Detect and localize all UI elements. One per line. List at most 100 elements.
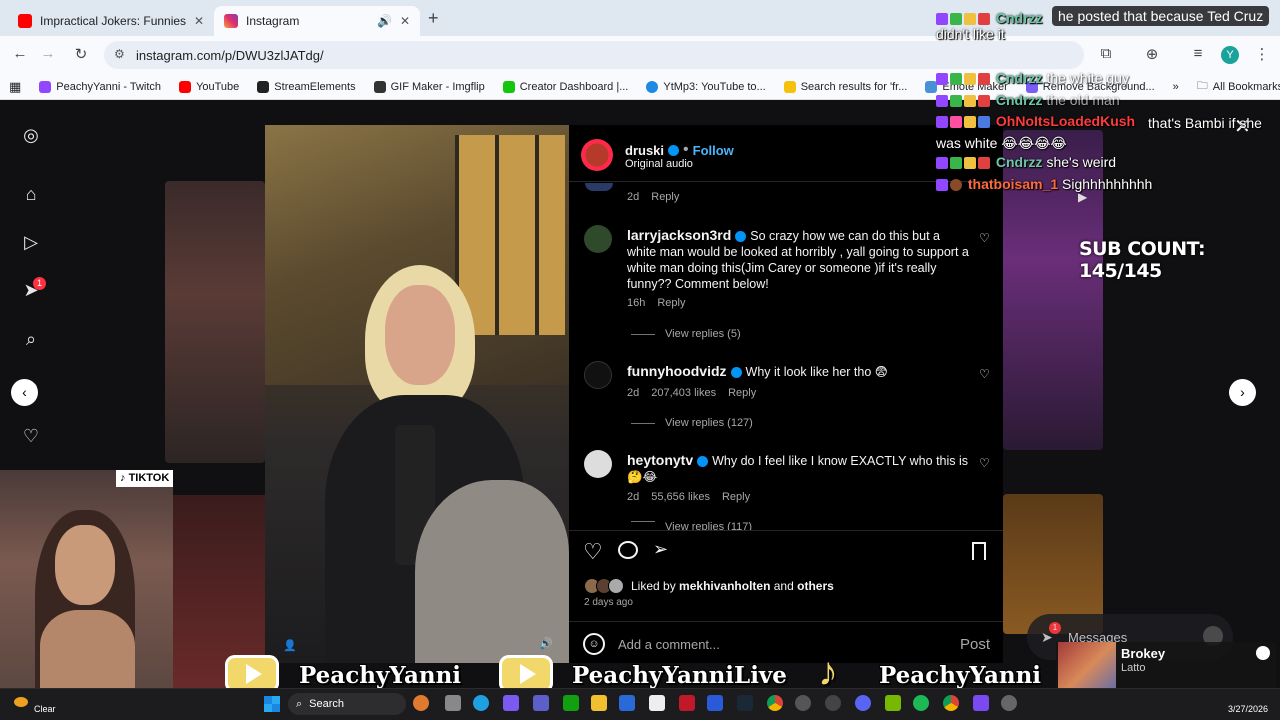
apps-grid-icon[interactable]: ▦ bbox=[0, 79, 30, 95]
reload-icon[interactable]: ↻ bbox=[69, 45, 93, 63]
tab-impractical-jokers[interactable]: Impractical Jokers: Funniest Fa ✕ bbox=[8, 6, 214, 36]
next-post-button[interactable]: › bbox=[1229, 379, 1256, 406]
view-replies-link[interactable]: View replies (117) bbox=[631, 521, 752, 530]
video-foreground-head bbox=[415, 480, 569, 663]
view-replies-link[interactable]: View replies (5) bbox=[631, 328, 741, 340]
comment-username[interactable]: funnyhoodvidz bbox=[627, 363, 727, 379]
bookmarks-overflow-icon[interactable]: » bbox=[1164, 81, 1188, 93]
comment-avatar[interactable] bbox=[584, 361, 612, 389]
emoji-icon[interactable]: ☺ bbox=[583, 633, 605, 655]
comment-like-icon[interactable]: ♡ bbox=[979, 231, 990, 245]
reply-link[interactable]: Reply bbox=[722, 491, 750, 503]
back-arrow-icon[interactable]: ← bbox=[8, 45, 32, 62]
author-username[interactable]: druski bbox=[625, 143, 664, 158]
comment-avatar[interactable] bbox=[584, 225, 612, 253]
post-comment-button[interactable]: Post bbox=[960, 636, 990, 653]
spotify-icon[interactable] bbox=[913, 695, 929, 711]
task-view-icon[interactable] bbox=[445, 695, 461, 711]
chat-line: Cndrzz the white guy bbox=[936, 70, 1129, 86]
file-explorer-icon[interactable] bbox=[591, 695, 607, 711]
chrome-active-icon[interactable] bbox=[943, 695, 959, 711]
liked-by-user[interactable]: mekhivanholten bbox=[679, 579, 770, 593]
previous-post-button[interactable]: ‹ bbox=[11, 379, 38, 406]
comment-like-icon[interactable]: ♡ bbox=[979, 456, 990, 470]
teams-icon[interactable] bbox=[533, 695, 549, 711]
taskbar-app-icon[interactable] bbox=[413, 695, 429, 711]
share-icon[interactable]: ➢ bbox=[653, 539, 668, 560]
discord-icon[interactable] bbox=[855, 695, 871, 711]
steam-icon[interactable] bbox=[737, 695, 753, 711]
nvidia-icon[interactable] bbox=[885, 695, 901, 711]
forward-arrow-icon[interactable]: → bbox=[36, 45, 60, 62]
reels-icon[interactable]: ▷ bbox=[20, 231, 42, 253]
address-bar[interactable]: ⚙ instagram.com/p/DWU3zlJATdg/ bbox=[104, 41, 1084, 69]
app-icon[interactable] bbox=[973, 695, 989, 711]
comment-likes[interactable]: 207,403 likes bbox=[651, 387, 716, 399]
tab-search-icon[interactable]: ⊕ bbox=[1140, 45, 1164, 63]
settings-gear-icon[interactable] bbox=[1001, 695, 1017, 711]
bookmark-ytmp3[interactable]: YtMp3: YouTube to... bbox=[637, 80, 774, 93]
taskbar-search[interactable]: ⌕ Search bbox=[288, 693, 406, 715]
liked-by-others[interactable]: others bbox=[797, 579, 834, 593]
add-comment-input[interactable]: Add a comment... bbox=[618, 637, 720, 652]
weather-icon[interactable] bbox=[14, 697, 28, 707]
reply-link[interactable]: Reply bbox=[657, 297, 685, 309]
tab-title: Impractical Jokers: Funniest Fa bbox=[40, 14, 186, 28]
bookmark-streamelements[interactable]: StreamElements bbox=[248, 80, 364, 93]
liked-by-avatars[interactable] bbox=[584, 578, 624, 594]
profile-avatar[interactable]: Y bbox=[1221, 46, 1239, 64]
kebab-menu-icon[interactable]: ⋮ bbox=[1250, 45, 1274, 63]
close-tab-icon[interactable]: ✕ bbox=[400, 14, 410, 28]
extensions-icon[interactable]: ⧉ bbox=[1094, 45, 1118, 62]
comment-text: Why it look like her tho 😨 bbox=[745, 365, 888, 379]
follow-button[interactable]: Follow bbox=[693, 143, 734, 158]
comment-username[interactable]: larryjackson3rd bbox=[627, 227, 731, 243]
acrobat-icon[interactable] bbox=[679, 695, 695, 711]
word-icon[interactable] bbox=[707, 695, 723, 711]
windows-start-icon[interactable] bbox=[264, 696, 280, 712]
bookmark-search-results[interactable]: Search results for 'fr... bbox=[775, 80, 917, 93]
gift-badge-icon bbox=[978, 73, 990, 86]
save-bookmark-icon[interactable] bbox=[972, 542, 986, 560]
post-video[interactable]: 👤 🔊 bbox=[265, 125, 569, 663]
taskbar-date[interactable]: 3/27/2026 bbox=[1228, 704, 1268, 714]
view-replies-link[interactable]: View replies (127) bbox=[631, 417, 753, 429]
ytmp3-icon bbox=[646, 80, 659, 93]
heart-icon[interactable]: ♡ bbox=[20, 425, 42, 447]
original-audio-link[interactable]: Original audio bbox=[625, 158, 693, 170]
comment-likes[interactable]: 55,656 likes bbox=[651, 491, 710, 503]
home-icon[interactable]: ⌂ bbox=[20, 183, 42, 205]
speaker-icon[interactable]: 🔊 bbox=[377, 14, 392, 28]
bookmark-creator-dashboard[interactable]: Creator Dashboard |... bbox=[494, 80, 638, 93]
comment-avatar[interactable] bbox=[584, 450, 612, 478]
comment-icon[interactable] bbox=[618, 541, 638, 559]
weather-text[interactable]: Clear bbox=[34, 704, 56, 714]
reply-link[interactable]: Reply bbox=[651, 191, 679, 203]
site-info-icon[interactable]: ⚙ bbox=[114, 47, 125, 61]
tag-people-icon[interactable]: 👤 bbox=[283, 639, 297, 652]
chrome-icon[interactable] bbox=[767, 695, 783, 711]
copilot-icon[interactable] bbox=[503, 695, 519, 711]
edge-icon[interactable] bbox=[473, 695, 489, 711]
obs-icon[interactable] bbox=[795, 695, 811, 711]
instagram-logo-icon[interactable]: ◎ bbox=[20, 124, 42, 146]
all-bookmarks[interactable]: 🗀 All Bookmarks bbox=[1188, 77, 1280, 96]
comment-username[interactable]: heytonytv bbox=[627, 452, 693, 468]
search-icon[interactable]: ⌕ bbox=[20, 328, 42, 350]
bookmark-youtube[interactable]: YouTube bbox=[170, 80, 248, 93]
notepad-icon[interactable] bbox=[649, 695, 665, 711]
volume-icon[interactable]: 🔊 bbox=[539, 637, 553, 650]
store-icon[interactable] bbox=[619, 695, 635, 711]
media-control-icon[interactable]: ≡ bbox=[1186, 45, 1210, 62]
author-avatar[interactable] bbox=[581, 139, 613, 171]
bookmark-imgflip[interactable]: GIF Maker - Imgflip bbox=[365, 80, 494, 93]
like-icon[interactable]: ♡ bbox=[583, 539, 603, 565]
tab-instagram[interactable]: Instagram 🔊 ✕ bbox=[214, 6, 420, 36]
reply-link[interactable]: Reply bbox=[728, 387, 756, 399]
close-tab-icon[interactable]: ✕ bbox=[194, 14, 204, 28]
xbox-icon[interactable] bbox=[563, 695, 579, 711]
bookmark-twitch[interactable]: PeachyYanni - Twitch bbox=[30, 80, 170, 93]
new-tab-button[interactable]: + bbox=[428, 8, 439, 29]
comment-like-icon[interactable]: ♡ bbox=[979, 367, 990, 381]
app-icon[interactable] bbox=[825, 695, 841, 711]
